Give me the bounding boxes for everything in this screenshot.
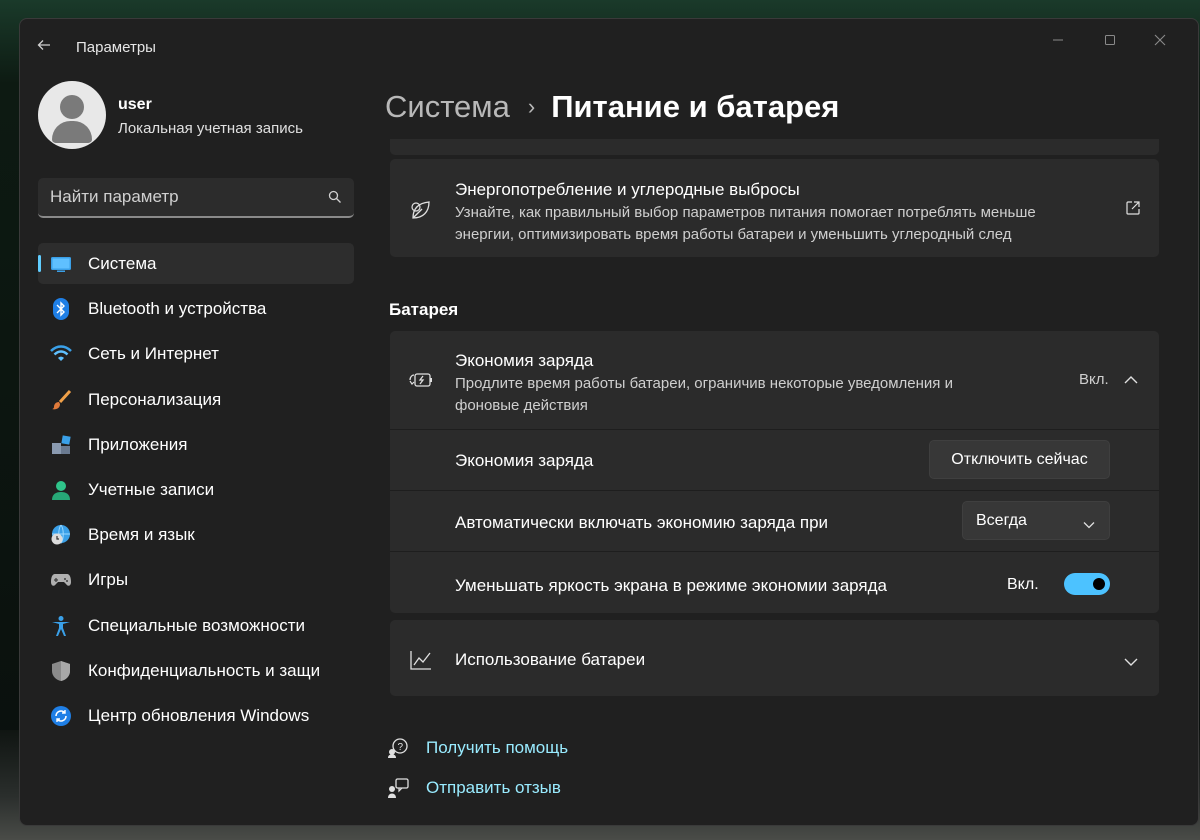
shield-icon [50,660,72,682]
bluetooth-icon [50,298,72,321]
send-feedback-link[interactable]: Отправить отзыв [387,776,561,800]
energy-card-title: Энергопотребление и углеродные выбросы [455,180,800,199]
send-feedback-label: Отправить отзыв [426,778,561,797]
minimize-button[interactable] [1035,25,1081,55]
reduce-brightness-state: Вкл. [1007,576,1039,593]
wifi-icon [50,343,72,365]
maximize-button[interactable] [1087,25,1133,55]
toggle-knob [1093,578,1105,590]
gamepad-icon [50,569,72,591]
sidebar-item-label: Игры [88,570,129,590]
title-bar: Параметры [20,19,1198,75]
search-input[interactable] [50,186,310,208]
breadcrumb-parent[interactable]: Система [385,89,510,125]
sidebar-nav: Система Bluetooth и устройства Сеть и Ин… [38,243,354,740]
get-help-link[interactable]: ? Получить помощь [387,736,568,760]
battery-saver-icon [408,367,434,393]
monitor-icon [50,253,72,275]
sidebar-item-accessibility[interactable]: Специальные возможности [38,605,354,646]
previous-card-edge [390,139,1159,155]
sidebar-item-system[interactable]: Система [38,243,354,284]
avatar-body [52,121,92,143]
battery-usage-card[interactable]: Использование батареи [390,620,1159,696]
battery-saver-description: Продлите время работы батареи, ограничив… [455,375,953,414]
sidebar-item-label: Учетные записи [88,479,215,499]
brush-icon [50,389,72,411]
battery-section-heading: Батарея [389,300,459,319]
globe-clock-icon [50,524,72,546]
sidebar-item-label: Центр обновления Windows [88,705,310,725]
breadcrumb-separator: › [527,94,536,119]
apps-icon [50,434,72,456]
chevron-down-icon[interactable] [1124,654,1138,672]
get-help-label: Получить помощь [426,738,569,757]
avatar[interactable] [38,81,106,149]
close-button[interactable] [1137,25,1183,55]
search-box[interactable] [38,178,354,218]
app-title: Параметры [76,39,156,56]
battery-saver-header[interactable]: Экономия заряда Продлите время работы ба… [390,331,1159,429]
breadcrumb: Система › Питание и батарея [385,87,839,127]
settings-window: Параметры user Локальная учетная запись … [19,18,1199,826]
arrow-left-icon [37,40,50,50]
user-name: user [118,96,152,113]
page-title: Питание и батарея [551,89,840,124]
battery-saver-row-label: Экономия заряда [455,451,594,470]
sidebar-item-privacy[interactable]: Конфиденциальность и защи [38,650,354,691]
account-type: Локальная учетная запись [118,120,303,137]
sidebar-item-network[interactable]: Сеть и Интернет [38,333,354,374]
avatar-head [60,95,84,119]
back-button[interactable] [36,37,56,57]
leaf-icon [408,197,434,223]
sidebar-item-apps[interactable]: Приложения [38,424,354,465]
sidebar-item-label: Время и язык [88,525,195,545]
auto-enable-value: Всегда [976,512,1027,529]
battery-saver-state: Вкл. [1079,371,1109,388]
reduce-brightness-label: Уменьшать яркость экрана в режиме эконом… [455,576,888,595]
sidebar-item-bluetooth[interactable]: Bluetooth и устройства [38,288,354,329]
energy-card[interactable]: Энергопотребление и углеродные выбросы У… [390,159,1159,257]
minimize-icon [1053,39,1063,41]
sidebar-item-gaming[interactable]: Игры [38,559,354,600]
sidebar-item-accounts[interactable]: Учетные записи [38,469,354,510]
battery-saver-title: Экономия заряда [455,351,594,370]
energy-card-description: Узнайте, как правильный выбор параметров… [455,204,1036,243]
battery-usage-title: Использование батареи [455,650,646,669]
reduce-brightness-row: Уменьшать яркость экрана в режиме эконом… [390,551,1159,613]
battery-saver-card: Экономия заряда Продлите время работы ба… [390,331,1159,613]
chevron-down-icon [1083,516,1095,534]
sidebar-item-label: Сеть и Интернет [88,344,219,364]
search-icon[interactable] [328,190,342,204]
accessibility-icon [50,615,72,637]
sidebar-item-time-language[interactable]: Время и язык [38,514,354,555]
battery-saver-row: Экономия заряда Отключить сейчас [390,429,1159,490]
sidebar-item-windows-update[interactable]: Центр обновления Windows [38,695,354,736]
reduce-brightness-toggle[interactable] [1064,573,1110,595]
sidebar-item-label: Персонализация [88,389,222,409]
sidebar-item-label: Система [88,254,157,273]
auto-enable-dropdown[interactable]: Всегда [962,501,1110,540]
svg-text:?: ? [398,742,404,753]
open-external-icon[interactable] [1125,200,1141,221]
maximize-icon [1105,35,1115,45]
sidebar-item-label: Конфиденциальность и защи [88,660,321,680]
auto-enable-label: Автоматически включать экономию заряда п… [455,513,829,532]
close-icon [1154,34,1166,46]
sidebar-item-label: Bluetooth и устройства [88,299,267,319]
chevron-up-icon[interactable] [1124,372,1138,390]
sidebar-item-label: Приложения [88,434,188,454]
turn-off-now-button[interactable]: Отключить сейчас [929,440,1110,479]
sidebar-item-personalization[interactable]: Персонализация [38,379,354,420]
feedback-icon [387,777,409,799]
auto-enable-row: Автоматически включать экономию заряда п… [390,490,1159,551]
person-icon [50,479,72,501]
update-icon [50,705,72,727]
sidebar-item-label: Специальные возможности [88,615,306,635]
help-icon: ? [387,737,409,759]
chart-line-icon [408,647,434,673]
